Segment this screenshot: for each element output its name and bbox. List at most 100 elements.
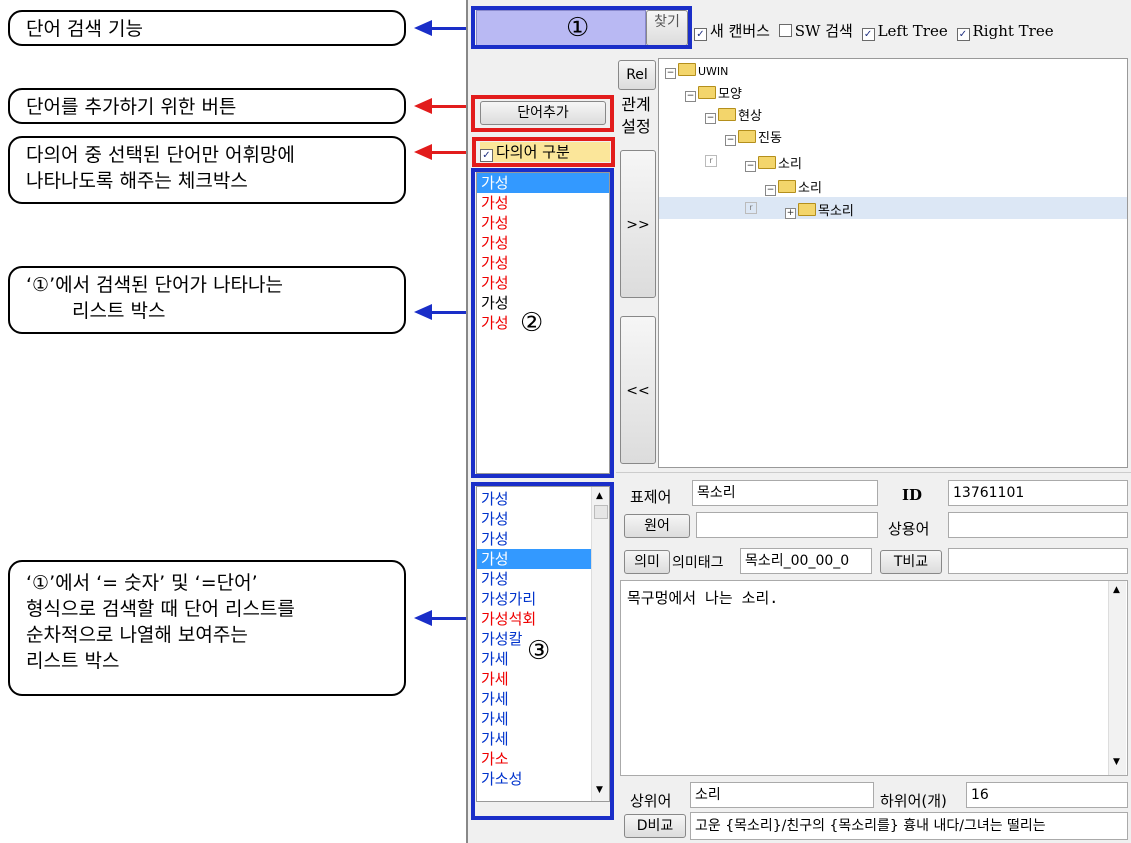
- word-tree-view[interactable]: − UWIN − 모양 − 현상 − 진동 r − 소리 − 소리 r + 목소리: [658, 58, 1128, 468]
- tree-node-checkbox-2[interactable]: r: [745, 202, 757, 214]
- tcompare-field[interactable]: [948, 548, 1128, 574]
- common-word-label: 상용어: [888, 520, 930, 538]
- tree-node-4[interactable]: − 소리: [745, 153, 802, 172]
- tree-label: 모양: [718, 87, 742, 102]
- arrow-red-1: [430, 105, 470, 108]
- tree-node-2[interactable]: − 현상: [705, 105, 762, 124]
- tree-label: 목소리: [818, 204, 854, 219]
- common-word-field[interactable]: [948, 512, 1128, 538]
- callout-text: 단어 검색 기능: [26, 18, 143, 40]
- tree-row-selected[interactable]: [659, 197, 1127, 219]
- left-tree-checkbox[interactable]: ✓ Left Tree: [861, 22, 948, 41]
- callout-text: 다의어 중 선택된 단어만 어휘망에: [26, 144, 295, 166]
- callout-result-listbox: ‘①’에서 검색된 단어가 나타나는 리스트 박스: [8, 266, 406, 334]
- arrowhead-blue-3: [414, 610, 432, 626]
- hyponym-field[interactable]: 16: [966, 782, 1128, 808]
- callout-text: 순차적으로 나열해 보여주는: [26, 624, 248, 646]
- tree-label: 소리: [778, 157, 802, 172]
- folder-icon: [778, 180, 796, 193]
- toolbar-options: ✓ 새 캔버스 SW 검색 ✓ Left Tree ✓ Right Tree: [694, 20, 1131, 42]
- example-field[interactable]: 고운 {목소리}/친구의 {목소리를} 흉내 내다/그녀는 떨리는: [690, 812, 1128, 840]
- move-left-button[interactable]: <<: [620, 316, 656, 464]
- hyponym-label: 하위어(개): [880, 792, 947, 810]
- arrow-red-2: [430, 151, 470, 154]
- right-tree-checkbox[interactable]: ✓ Right Tree: [956, 22, 1054, 41]
- right-tree-label: Right Tree: [972, 22, 1054, 40]
- marker-2: ②: [520, 308, 544, 338]
- dcompare-button[interactable]: D비교: [624, 814, 686, 838]
- arrow-blue-1: [430, 27, 470, 30]
- relation-label-line: 관계: [621, 95, 651, 114]
- arrowhead-red-1: [414, 98, 432, 114]
- tree-node-root[interactable]: − UWIN: [665, 63, 728, 79]
- meaning-tag-label: 의미태그: [672, 555, 724, 571]
- relation-label-line: 설정: [621, 117, 651, 136]
- sw-search-label: SW 검색: [794, 22, 853, 40]
- origin-button[interactable]: 원어: [624, 514, 690, 538]
- callout-text: 리스트 박스: [26, 650, 120, 672]
- callout-text: 나타나도록 해주는 체크박스: [26, 170, 248, 192]
- left-tree-label: Left Tree: [877, 22, 948, 40]
- arrowhead-blue-1: [414, 20, 432, 36]
- headword-field[interactable]: 목소리: [692, 480, 878, 506]
- scroll-down-icon[interactable]: ▼: [1113, 757, 1120, 767]
- folder-icon: [718, 108, 736, 121]
- tree-label: UWIN: [698, 65, 729, 78]
- relation-label: 관계 설정: [614, 94, 658, 138]
- headword-label: 표제어: [630, 488, 672, 506]
- meaning-button[interactable]: 의미: [624, 550, 670, 574]
- hypernym-label: 상위어: [630, 792, 672, 810]
- tree-node-5[interactable]: − 소리: [765, 177, 822, 196]
- collapse-icon: −: [765, 185, 776, 196]
- check-icon: ✓: [861, 28, 875, 41]
- folder-icon: [678, 63, 696, 76]
- collapse-icon: −: [665, 68, 676, 79]
- tree-node-1[interactable]: − 모양: [685, 83, 742, 102]
- sw-search-checkbox[interactable]: SW 검색: [778, 22, 853, 40]
- arrow-blue-3: [430, 617, 470, 620]
- folder-icon: [698, 86, 716, 99]
- callout-text: 리스트 박스: [72, 300, 166, 322]
- checkbox-empty-icon: [778, 24, 792, 37]
- collapse-icon: −: [685, 91, 696, 102]
- arrowhead-blue-2: [414, 304, 432, 320]
- marker-1: ①: [566, 13, 590, 43]
- arrowhead-red-2: [414, 144, 432, 160]
- hypernym-field[interactable]: 소리: [690, 782, 874, 808]
- folder-icon: [738, 130, 756, 143]
- origin-field[interactable]: [696, 512, 878, 538]
- folder-icon: [798, 203, 816, 216]
- rel-button[interactable]: Rel: [618, 60, 656, 90]
- collapse-icon: −: [725, 135, 736, 146]
- tcompare-button[interactable]: T비교: [880, 550, 942, 574]
- check-icon: ✓: [956, 28, 970, 41]
- tree-node-checkbox-1[interactable]: r: [705, 155, 717, 167]
- marker-3: ③: [527, 636, 551, 666]
- scroll-up-icon[interactable]: ▲: [1113, 585, 1120, 595]
- new-canvas-label: 새 캔버스: [710, 22, 770, 40]
- tree-label: 진동: [758, 131, 782, 146]
- new-canvas-checkbox[interactable]: ✓ 새 캔버스: [694, 22, 770, 41]
- polysemy-highlight-frame: [472, 137, 615, 167]
- arrow-blue-2: [430, 311, 470, 314]
- callout-text: ‘①’에서 검색된 단어가 나타나는: [26, 274, 283, 296]
- callout-search-function: 단어 검색 기능: [8, 10, 406, 46]
- tree-label: 현상: [738, 109, 762, 124]
- definition-textarea[interactable]: 목구멍에서 나는 소리.: [620, 580, 1128, 776]
- callout-text: ‘①’에서 ‘= 숫자’ 및 ‘=단어’: [26, 572, 258, 594]
- meaning-tag-field[interactable]: 목소리_00_00_0: [740, 548, 872, 574]
- collapse-icon: −: [705, 113, 716, 124]
- callout-text: 단어를 추가하기 위한 버튼: [26, 96, 237, 118]
- callout-polysemy-checkbox: 다의어 중 선택된 단어만 어휘망에 나타나도록 해주는 체크박스: [8, 136, 406, 204]
- tree-node-6[interactable]: + 목소리: [785, 200, 854, 219]
- id-field[interactable]: 13761101: [948, 480, 1128, 506]
- check-icon: ✓: [694, 28, 707, 41]
- callout-add-word-button: 단어를 추가하기 위한 버튼: [8, 88, 406, 124]
- move-right-button[interactable]: >>: [620, 150, 656, 298]
- definition-scrollbar[interactable]: ▲ ▼: [1108, 581, 1126, 775]
- tree-label: 소리: [798, 181, 822, 196]
- expand-icon: +: [785, 208, 796, 219]
- tree-node-3[interactable]: − 진동: [725, 127, 782, 146]
- collapse-icon: −: [745, 161, 756, 172]
- callout-text: 형식으로 검색할 때 단어 리스트를: [26, 598, 295, 620]
